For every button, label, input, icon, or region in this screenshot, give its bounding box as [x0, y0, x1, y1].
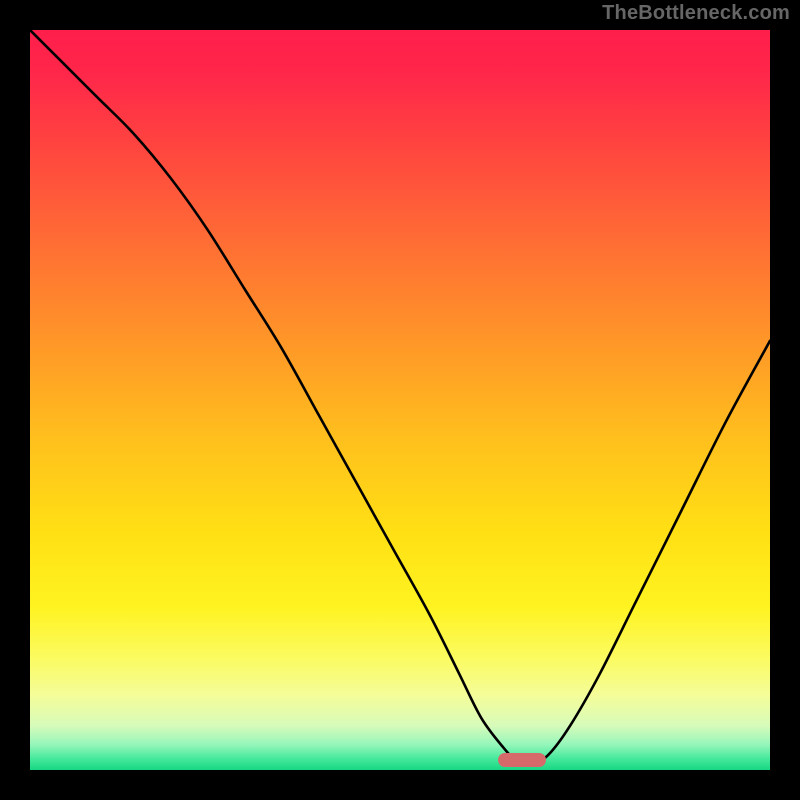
- bottleneck-curve: [30, 30, 770, 770]
- watermark-text: TheBottleneck.com: [602, 2, 790, 25]
- optimal-marker: [498, 753, 546, 767]
- chart-frame: TheBottleneck.com: [0, 0, 800, 800]
- plot-area: [30, 30, 770, 770]
